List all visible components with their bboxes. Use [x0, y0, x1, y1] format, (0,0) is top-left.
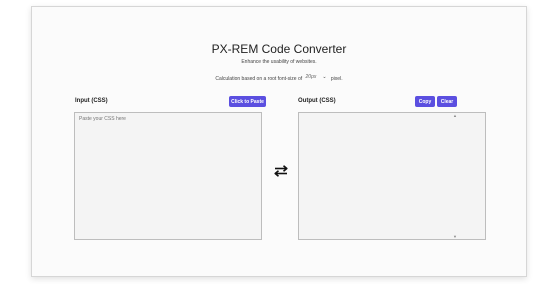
swap-arrows-icon — [274, 165, 288, 177]
converter-card: PX-REM Code Converter Enhance the usabil… — [31, 6, 527, 277]
copy-button[interactable]: Copy — [415, 96, 435, 107]
calc-suffix-text: pixel. — [330, 75, 343, 82]
input-css-textarea[interactable] — [74, 112, 262, 240]
click-to-paste-button[interactable]: Click to Paste — [229, 96, 266, 107]
output-css-textarea[interactable] — [298, 112, 486, 240]
root-font-size-select[interactable]: 20px ⌄ — [306, 74, 328, 83]
page-title: PX-REM Code Converter — [211, 42, 347, 56]
input-label: Input (CSS) — [75, 98, 108, 104]
scroll-down-icon[interactable]: ▼ — [453, 235, 457, 239]
root-font-size-value: 20px — [305, 74, 317, 80]
output-label: Output (CSS) — [298, 98, 336, 104]
calc-prefix-text: Calculation based on a root font-size of — [215, 75, 303, 82]
clear-button[interactable]: Clear — [437, 96, 457, 107]
chevron-down-icon: ⌄ — [322, 74, 327, 80]
root-font-size-row: Calculation based on a root font-size of… — [32, 74, 526, 83]
page-subtitle: Enhance the usability of websites. — [241, 59, 317, 65]
scroll-up-icon[interactable]: ▲ — [453, 114, 457, 118]
